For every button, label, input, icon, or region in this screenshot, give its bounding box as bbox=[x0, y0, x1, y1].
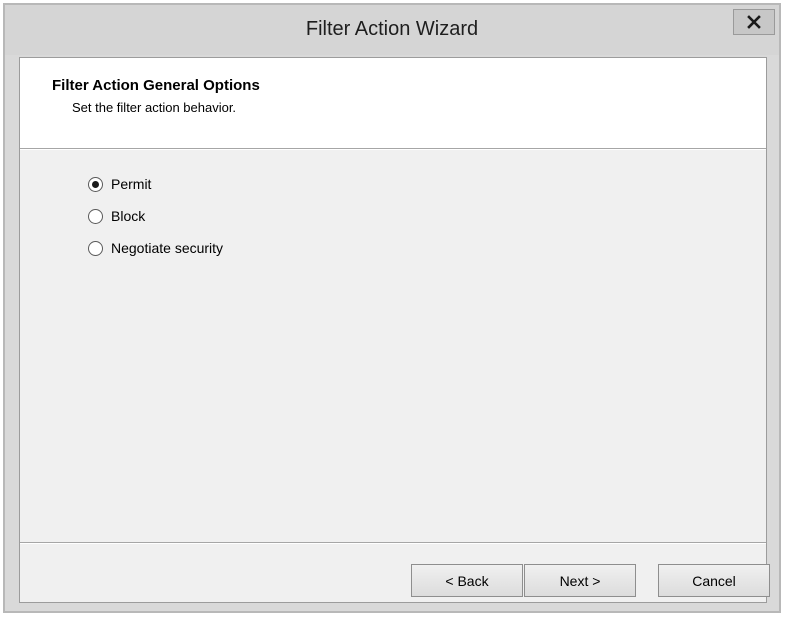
footer-divider bbox=[20, 542, 766, 544]
radio-permit[interactable]: Permit bbox=[88, 168, 223, 200]
next-button[interactable]: Next > bbox=[524, 564, 636, 597]
header-divider bbox=[20, 148, 766, 150]
title-bar: Filter Action Wizard bbox=[5, 5, 779, 55]
wizard-window: Filter Action Wizard Filter Action Gener… bbox=[3, 3, 781, 613]
cancel-button[interactable]: Cancel bbox=[658, 564, 770, 597]
close-icon bbox=[747, 15, 761, 29]
wizard-header: Filter Action General Options Set the fi… bbox=[20, 58, 766, 148]
radio-button[interactable] bbox=[88, 240, 103, 256]
radio-label-permit: Permit bbox=[111, 176, 152, 192]
close-button[interactable] bbox=[733, 9, 775, 35]
page-subtitle: Set the filter action behavior. bbox=[72, 100, 237, 115]
radio-label-block: Block bbox=[111, 208, 146, 224]
radio-button-checked[interactable] bbox=[88, 176, 103, 192]
wizard-page: Filter Action General Options Set the fi… bbox=[19, 57, 770, 603]
radio-label-negotiate-security: Negotiate security bbox=[111, 240, 224, 256]
radio-negotiate-security[interactable]: Negotiate security bbox=[88, 232, 223, 264]
page-title: Filter Action General Options bbox=[52, 77, 260, 94]
radio-block[interactable]: Block bbox=[88, 200, 223, 232]
radio-button[interactable] bbox=[88, 208, 103, 224]
window-title: Filter Action Wizard bbox=[305, 18, 479, 40]
filter-action-options: Permit Block Negotiate security bbox=[88, 168, 223, 264]
back-button[interactable]: < Back bbox=[411, 564, 523, 597]
